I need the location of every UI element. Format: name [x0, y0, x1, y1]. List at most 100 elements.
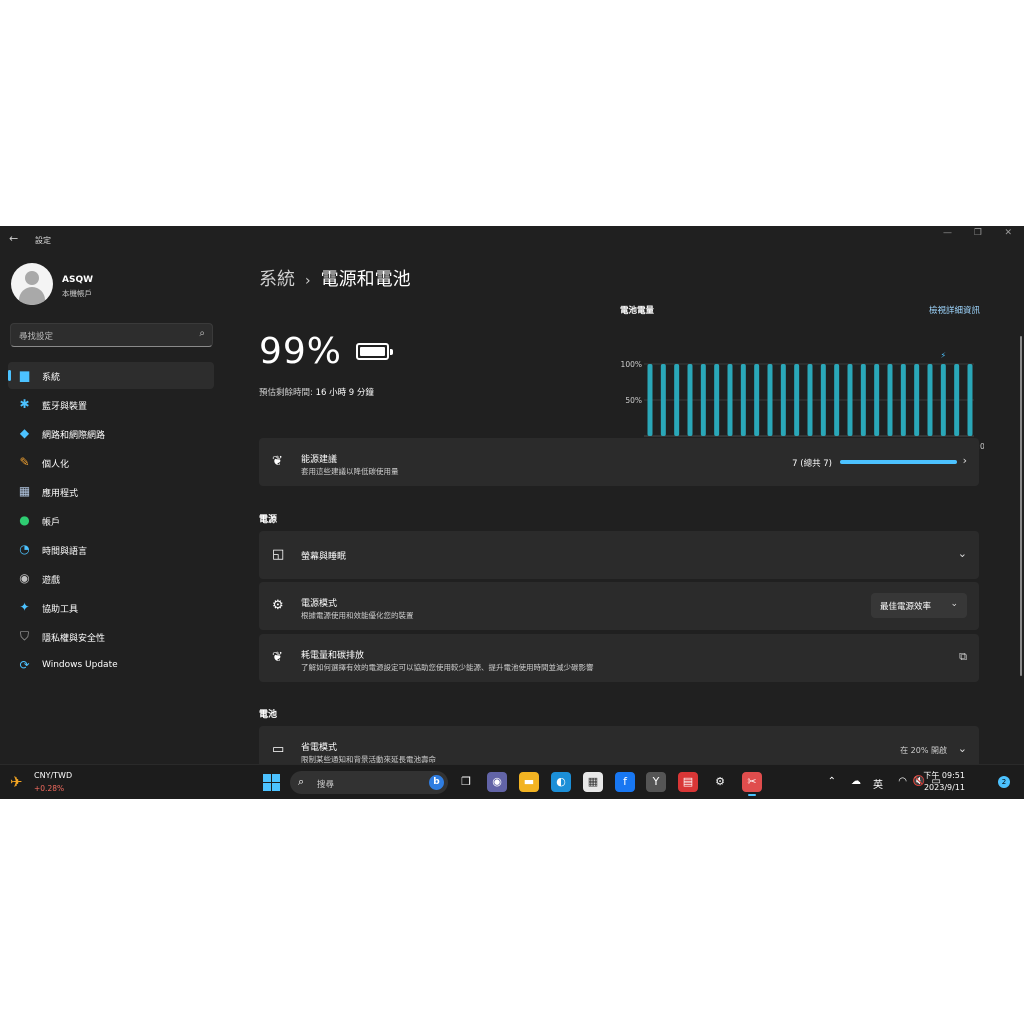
video-editor-icon[interactable]: ▤ [678, 772, 698, 792]
edge-icon[interactable]: ◐ [551, 772, 571, 792]
external-link-icon[interactable]: ⧉ [959, 650, 967, 664]
ime-indicator[interactable]: 英 [873, 776, 883, 791]
leaf-icon: ❦ [272, 454, 283, 469]
taskbar: ✈ CNY/TWD +0.28% ⌕ 搜尋 b ❐ ◉ ▬ ◐ ▦ f Y ▤ ⚙ ✂ ⌃ ☁ 英… [0, 764, 1024, 799]
chart-bar [687, 364, 693, 436]
chart-y-tick-label: 50% [625, 396, 642, 405]
chart-bar [660, 364, 666, 436]
recommend-title: 能源建議 [301, 455, 338, 465]
power-mode-desc: 根據電源使用和效能優化您的裝置 [301, 611, 414, 620]
stock-widget-icon[interactable]: ✈ [10, 773, 23, 791]
sidebar-item-4[interactable]: ▦ 應用程式 [8, 478, 214, 505]
bing-icon[interactable]: b [429, 775, 444, 790]
search-icon: ⌕ [298, 775, 305, 788]
chart-bar [807, 364, 813, 436]
remaining-value: 16 小時 9 分鐘 [315, 388, 374, 398]
file-explorer-icon[interactable]: ▬ [519, 772, 539, 792]
sidebar-item-icon: ✦ [19, 600, 30, 614]
energy-title: 耗電量和碳排放 [301, 651, 365, 661]
sidebar-item-7[interactable]: ◉ 遊戲 [8, 565, 214, 592]
facebook-icon[interactable]: f [615, 772, 635, 792]
chart-bar [874, 364, 880, 436]
chevron-right-icon: › [962, 454, 967, 467]
settings-window: ← 設定 — ❐ ✕ ASQW 本機帳戶 尋找設定 ⌕ ▆ 系統 ✱ 藍牙與裝置 ◆ 網路… [0, 226, 1024, 799]
avatar[interactable] [11, 263, 53, 305]
chart-bar [767, 364, 773, 436]
clock-date[interactable]: 2023/9/11 [924, 783, 965, 792]
app-title: 設定 [35, 236, 51, 245]
chart-bar [700, 364, 706, 436]
breadcrumb: 系統 › 電源和電池 [259, 265, 411, 291]
chevron-right-icon: › [305, 273, 311, 289]
battery-icon [356, 343, 393, 360]
sidebar-item-icon: ⛉ [19, 629, 29, 643]
snipping-icon[interactable]: ✂ [742, 772, 762, 796]
maximize-button[interactable]: ❐ [974, 228, 982, 238]
back-button[interactable]: ← [9, 232, 18, 245]
store-icon[interactable]: ▦ [583, 772, 603, 792]
task-view-icon[interactable]: ❐ [456, 772, 476, 792]
sidebar-item-icon: ◉ [19, 571, 30, 585]
clock-time[interactable]: 下午 09:51 [923, 770, 965, 781]
energy-recommendations-card[interactable]: ❦ 能源建議 套用這些建議以降低碳使用量 7 (總共 7) › [259, 438, 979, 486]
chevron-down-icon[interactable]: ⌄ [958, 547, 967, 560]
wifi-icon[interactable]: ◠ [898, 776, 907, 787]
sidebar-item-icon: ✱ [19, 397, 30, 411]
chart-bar [954, 364, 960, 436]
sidebar-item-2[interactable]: ◆ 網路和網際網路 [8, 420, 214, 447]
sidebar-item-label: 個人化 [42, 460, 70, 470]
chart-bar [714, 364, 720, 436]
chevron-down-icon: ⌄ [950, 599, 958, 609]
tray-overflow-icon[interactable]: ⌃ [828, 776, 836, 787]
title-bar: ← 設定 — ❐ ✕ [0, 226, 1024, 254]
breadcrumb-system[interactable]: 系統 [259, 269, 295, 290]
user-account-type: 本機帳戶 [62, 289, 92, 298]
recommend-progress-bar [840, 460, 957, 464]
remaining-time: 預估剩餘時間: 16 小時 9 分鐘 [259, 386, 374, 398]
power-section-title: 電源 [259, 515, 278, 525]
main-content: 系統 › 電源和電池 99% 預估剩餘時間: 16 小時 9 分鐘 電池電量 檢視詳… [224, 254, 1024, 774]
view-details-link[interactable]: 檢視詳細資訊 [929, 304, 980, 316]
chart-bar [967, 364, 973, 436]
power-mode-card: ⚙ 電源模式 根據電源使用和效能優化您的裝置 最佳電源效率 ⌄ [259, 582, 979, 630]
sidebar-item-icon: ◆ [19, 426, 30, 440]
sidebar-item-3[interactable]: ✎ 個人化 [8, 449, 214, 476]
sidebar-item-1[interactable]: ✱ 藍牙與裝置 [8, 391, 214, 418]
app-y-icon[interactable]: Y [646, 772, 666, 792]
taskbar-search-placeholder: 搜尋 [317, 780, 335, 790]
sidebar-nav: ▆ 系統 ✱ 藍牙與裝置 ◆ 網路和網際網路 ✎ 個人化 ▦ 應用程式 ● 帳戶 ◔ 時間與語言 ◉ 遊戲 ✦ 協… [8, 362, 214, 681]
chart-bar [740, 364, 746, 436]
chat-icon[interactable]: ◉ [487, 772, 507, 792]
stock-name[interactable]: CNY/TWD [34, 771, 72, 780]
sidebar-item-8[interactable]: ✦ 協助工具 [8, 594, 214, 621]
settings-search-input[interactable]: 尋找設定 ⌕ [10, 323, 213, 347]
screen-sleep-card[interactable]: ◱ 螢幕與睡眠 ⌄ [259, 531, 979, 579]
cloud-icon[interactable]: ☁ [851, 776, 861, 787]
taskbar-search[interactable]: ⌕ 搜尋 b [290, 771, 448, 794]
battery-saver-icon: ▭ [272, 742, 285, 757]
screen-sleep-title: 螢幕與睡眠 [301, 552, 347, 562]
chart-bar [820, 364, 826, 436]
chart-bar [847, 364, 853, 436]
power-mode-dropdown[interactable]: 最佳電源效率 ⌄ [871, 593, 967, 618]
minimize-button[interactable]: — [943, 228, 952, 238]
energy-usage-card[interactable]: ❦ 耗電量和碳排放 了解如何選擇有效的電源設定可以協助您使用較少能源、提升電池使… [259, 634, 979, 682]
sidebar-item-6[interactable]: ◔ 時間與語言 [8, 536, 214, 563]
sidebar-item-icon: ● [19, 513, 30, 527]
chart-bar [914, 364, 920, 436]
sidebar-item-9[interactable]: ⛉ 隱私權與安全性 [8, 623, 214, 650]
chart-bar [674, 364, 680, 436]
notification-badge[interactable]: 2 [998, 776, 1010, 788]
power-mode-value: 最佳電源效率 [880, 602, 932, 612]
start-button[interactable] [263, 774, 280, 791]
close-button[interactable]: ✕ [1004, 228, 1012, 238]
sidebar-item-10[interactable]: ⟳ Windows Update [8, 652, 214, 679]
sidebar-item-label: 時間與語言 [42, 547, 88, 557]
sidebar-item-0[interactable]: ▆ 系統 [8, 362, 214, 389]
sidebar-item-5[interactable]: ● 帳戶 [8, 507, 214, 534]
scrollbar[interactable] [1020, 336, 1022, 676]
sidebar: ASQW 本機帳戶 尋找設定 ⌕ ▆ 系統 ✱ 藍牙與裝置 ◆ 網路和網際網路 ✎ 個人化 ▦ 應… [0, 254, 224, 764]
settings-icon[interactable]: ⚙ [710, 772, 730, 792]
sidebar-item-label: 藍牙與裝置 [42, 402, 88, 412]
chevron-down-icon[interactable]: ⌄ [958, 742, 967, 755]
